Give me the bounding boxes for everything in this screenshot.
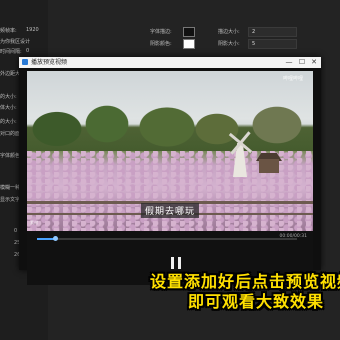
pause-icon — [178, 257, 181, 269]
preview-dialog: 播放预览视频 — ☐ ✕ 哔哩哔哩 假期去哪玩 素材 00:00/00:31 — [19, 57, 321, 285]
video-frame[interactable]: 哔哩哔哩 假期去哪玩 素材 — [27, 71, 313, 231]
stroke-size-input[interactable]: 2 — [248, 27, 297, 37]
hut — [259, 159, 279, 173]
close-button[interactable]: ✕ — [308, 57, 320, 68]
setting-value[interactable]: 0 — [14, 228, 17, 234]
setting-label: 为你我区设计 — [0, 39, 31, 45]
subtitle-text: 假期去哪玩 — [140, 203, 199, 218]
setting-label: 字体颜色 — [0, 153, 21, 159]
setting-label: 的大小: — [0, 94, 17, 100]
font-stroke-swatch[interactable] — [183, 27, 195, 37]
promo-line-2: 即可观看大致效果 — [188, 292, 325, 311]
setting-label: 的大小: — [0, 119, 17, 125]
shadow-color-label: 阴影颜色: — [150, 41, 172, 47]
setting-label: 频帧率: — [0, 28, 17, 34]
setting-value[interactable]: 1920 — [26, 27, 39, 33]
setting-row: 为你我区设计 — [0, 38, 48, 45]
promo-caption: 设置添加好后点击预览视频 即可观看大致效果 — [0, 272, 340, 312]
promo-line-1: 设置添加好后点击预览视频 — [150, 272, 340, 291]
maximize-button[interactable]: ☐ — [296, 57, 308, 68]
time-display: 00:00/00:31 — [279, 234, 307, 239]
corner-logo: 素材 — [30, 220, 38, 225]
font-stroke-label: 字体描边: — [150, 29, 172, 35]
shadow-size-label: 阴影大小: — [218, 41, 240, 47]
setting-label: 时间间隔: — [0, 49, 22, 55]
shadow-size-input[interactable]: 5 — [248, 39, 297, 49]
progress-track[interactable] — [37, 238, 297, 240]
shadow-color-swatch[interactable] — [183, 39, 195, 49]
dialog-titlebar[interactable]: 播放预览视频 — ☐ ✕ — [19, 57, 321, 68]
setting-label: 体大小: — [0, 105, 17, 111]
pause-icon — [171, 257, 174, 269]
progress-handle[interactable] — [53, 236, 59, 241]
watermark: 哔哩哔哩 — [282, 76, 303, 82]
tree-line — [27, 89, 313, 159]
video-player[interactable]: 哔哩哔哩 假期去哪玩 素材 00:00/00:31 — [27, 71, 313, 285]
dialog-title: 播放预览视频 — [31, 59, 68, 66]
video-subtitle: 假期去哪玩 — [27, 199, 313, 218]
setting-value[interactable]: 0 — [26, 48, 29, 54]
stroke-size-label: 描边大小: — [218, 29, 240, 35]
app-icon — [22, 59, 28, 65]
setting-row: 时间间隔: 0 — [0, 48, 48, 55]
setting-label: 模糊一种 — [0, 185, 21, 191]
setting-row: 频帧率: 1920 — [0, 27, 48, 34]
minimize-button[interactable]: — — [283, 57, 295, 68]
pause-button[interactable] — [171, 257, 181, 269]
